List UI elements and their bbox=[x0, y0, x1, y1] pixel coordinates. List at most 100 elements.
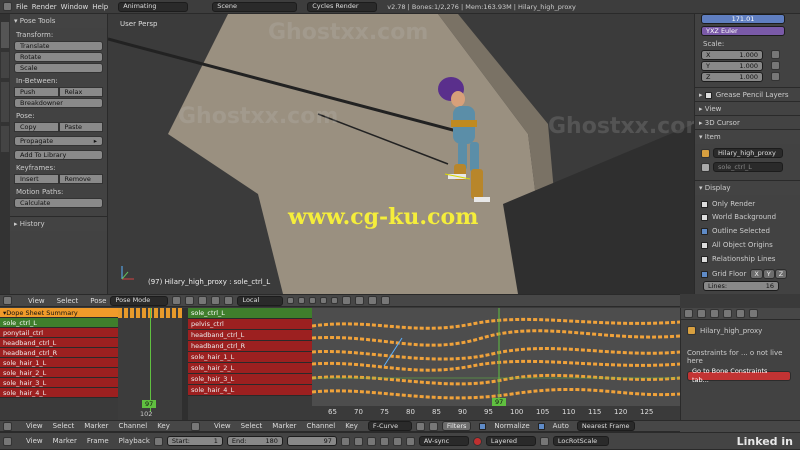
play-reverse-icon[interactable] bbox=[366, 436, 376, 446]
viewport-3d[interactable]: User Persp (97) Hilary_high_proxy : sole… bbox=[108, 14, 694, 294]
keying-set-selector[interactable]: LocRotScale bbox=[552, 436, 609, 446]
dopesheet-menu-marker[interactable]: Marker bbox=[84, 422, 108, 430]
dopesheet-channel-row[interactable]: sole_hair_1_L bbox=[0, 358, 118, 368]
timeline-menu-view[interactable]: View bbox=[26, 437, 43, 445]
scale-button[interactable]: Scale bbox=[14, 63, 103, 73]
editor-type-icon[interactable] bbox=[3, 296, 12, 305]
display-header[interactable]: ▾ Display bbox=[695, 180, 800, 195]
menu-help[interactable]: Help bbox=[92, 3, 108, 11]
keying-mode-selector[interactable]: Layered bbox=[485, 436, 536, 446]
menu-render[interactable]: Render bbox=[32, 3, 57, 11]
graph-editor-icon[interactable] bbox=[191, 421, 200, 431]
view3d-menu-pose[interactable]: Pose bbox=[90, 297, 106, 305]
breakdowner-button[interactable]: Breakdowner bbox=[14, 98, 103, 108]
grid-floor-row[interactable]: Grid Floor X Y Z bbox=[695, 267, 793, 281]
lock-scale-z-icon[interactable] bbox=[771, 72, 780, 81]
dopesheet-menu-key[interactable]: Key bbox=[157, 422, 170, 430]
mode-selector[interactable]: Pose Mode bbox=[110, 295, 169, 306]
item-name-field[interactable]: Hilary_high_proxy bbox=[713, 148, 783, 158]
rotate-button[interactable]: Rotate bbox=[14, 52, 103, 62]
layer-2-icon[interactable] bbox=[298, 297, 306, 304]
only-render-checkbox[interactable] bbox=[701, 200, 708, 208]
push-button[interactable]: Push bbox=[14, 87, 59, 97]
grid-lines-field[interactable]: Lines: 16 bbox=[703, 281, 779, 291]
play-icon[interactable] bbox=[379, 436, 389, 446]
blender-logo-icon[interactable] bbox=[3, 2, 12, 11]
bone-tab-icon[interactable] bbox=[736, 309, 745, 318]
scene-tab-icon[interactable] bbox=[697, 309, 706, 318]
graph-channel-row[interactable]: sole_hair_4_L bbox=[188, 385, 312, 396]
transform-orientation-selector[interactable]: Local bbox=[237, 295, 284, 306]
graph-menu-channel[interactable]: Channel bbox=[306, 422, 335, 430]
outline-selected-row[interactable]: Outline Selected bbox=[695, 225, 776, 237]
graph-menu-select[interactable]: Select bbox=[241, 422, 263, 430]
manipulator-scale-icon[interactable] bbox=[224, 296, 234, 305]
only-render-row[interactable]: Only Render bbox=[695, 198, 761, 210]
end-frame-field[interactable]: End: 180 bbox=[226, 436, 283, 446]
add-to-library-button[interactable]: Add To Library bbox=[14, 150, 103, 160]
remove-button[interactable]: Remove bbox=[58, 174, 103, 184]
dopesheet-channel-row[interactable]: sole_hair_4_L bbox=[0, 388, 118, 398]
record-icon[interactable] bbox=[472, 436, 482, 446]
graph-only-selected-icon[interactable] bbox=[428, 421, 438, 431]
graph-current-frame-badge[interactable]: 97 bbox=[492, 398, 507, 406]
menu-window[interactable]: Window bbox=[61, 3, 89, 11]
copy-pose-icon[interactable] bbox=[355, 296, 365, 305]
cursor-header[interactable]: ▸ 3D Cursor bbox=[695, 115, 800, 130]
snap-icon[interactable] bbox=[342, 296, 352, 305]
item-header[interactable]: ▾ Item bbox=[695, 129, 800, 144]
relationship-lines-row[interactable]: Relationship Lines bbox=[695, 253, 781, 265]
rotation-mode-selector[interactable]: YXZ Euler bbox=[701, 26, 785, 36]
timeline-editor-icon[interactable] bbox=[3, 436, 12, 446]
copy-button[interactable]: Copy bbox=[14, 122, 59, 132]
view-header[interactable]: ▸ View bbox=[695, 101, 800, 116]
world-background-row[interactable]: World Background bbox=[695, 211, 782, 223]
next-key-icon[interactable] bbox=[392, 436, 402, 446]
grid-axis-x-toggle[interactable]: X bbox=[750, 269, 763, 279]
dopesheet-menu-view[interactable]: View bbox=[26, 422, 43, 430]
pivot-icon[interactable] bbox=[185, 296, 195, 305]
history-header[interactable]: ▸ History bbox=[10, 216, 107, 231]
pose-tools-header[interactable]: ▾ Pose Tools bbox=[10, 14, 107, 28]
propagate-button[interactable]: Propagate ▸ bbox=[14, 136, 103, 146]
grid-floor-checkbox[interactable] bbox=[701, 270, 708, 278]
translate-button[interactable]: Translate bbox=[14, 41, 103, 51]
shading-icon[interactable] bbox=[172, 296, 182, 305]
graph-channel-row[interactable]: headband_ctrl_L bbox=[188, 330, 312, 341]
dopesheet-channel-row[interactable]: sole_hair_3_L bbox=[0, 378, 118, 388]
relax-button[interactable]: Relax bbox=[58, 87, 103, 97]
current-frame-field[interactable]: 97 bbox=[286, 436, 337, 446]
snap-mode-selector[interactable]: Nearest Frame bbox=[576, 421, 635, 431]
filters-button[interactable]: Filters bbox=[441, 421, 472, 431]
layout-selector[interactable]: Animating bbox=[118, 1, 189, 12]
grease-pencil-header[interactable]: ▸ Grease Pencil Layers bbox=[695, 87, 800, 102]
grease-pencil-checkbox[interactable] bbox=[704, 91, 712, 99]
world-background-checkbox[interactable] bbox=[701, 213, 708, 221]
dopesheet-channel-row[interactable]: ponytail_ctrl bbox=[0, 328, 118, 338]
scale-y-field[interactable]: Y 1.000 bbox=[701, 61, 763, 71]
start-frame-field[interactable]: Start: 1 bbox=[166, 436, 223, 446]
graph-channel-row[interactable]: sole_hair_2_L bbox=[188, 363, 312, 374]
scene-selector[interactable]: Scene bbox=[212, 1, 298, 12]
graph-menu-view[interactable]: View bbox=[214, 422, 231, 430]
object-tab-icon[interactable] bbox=[710, 309, 719, 318]
layer-3-icon[interactable] bbox=[309, 297, 317, 304]
graph-menu-key[interactable]: Key bbox=[345, 422, 358, 430]
render-tab-icon[interactable] bbox=[684, 309, 693, 318]
material-tab-icon[interactable] bbox=[749, 309, 758, 318]
manipulator-translate-icon[interactable] bbox=[198, 296, 208, 305]
graph-channel-row[interactable]: sole_hair_1_L bbox=[188, 352, 312, 363]
dopesheet-menu-channel[interactable]: Channel bbox=[118, 422, 147, 430]
normalize-checkbox[interactable] bbox=[479, 422, 487, 430]
lock-scale-y-icon[interactable] bbox=[771, 61, 780, 70]
jump-end-icon[interactable] bbox=[405, 436, 415, 446]
tab-grease-pencil[interactable] bbox=[1, 82, 9, 122]
dopesheet-keys[interactable]: 97 102 bbox=[118, 308, 182, 420]
scale-z-field[interactable]: Z 1.000 bbox=[701, 72, 763, 82]
menu-file[interactable]: File bbox=[16, 3, 28, 11]
outline-selected-checkbox[interactable] bbox=[701, 227, 708, 235]
view3d-menu-select[interactable]: Select bbox=[57, 297, 79, 305]
rotation-z-field[interactable]: 171.01 bbox=[701, 14, 785, 24]
prev-key-icon[interactable] bbox=[353, 436, 363, 446]
jump-start-icon[interactable] bbox=[340, 436, 350, 446]
